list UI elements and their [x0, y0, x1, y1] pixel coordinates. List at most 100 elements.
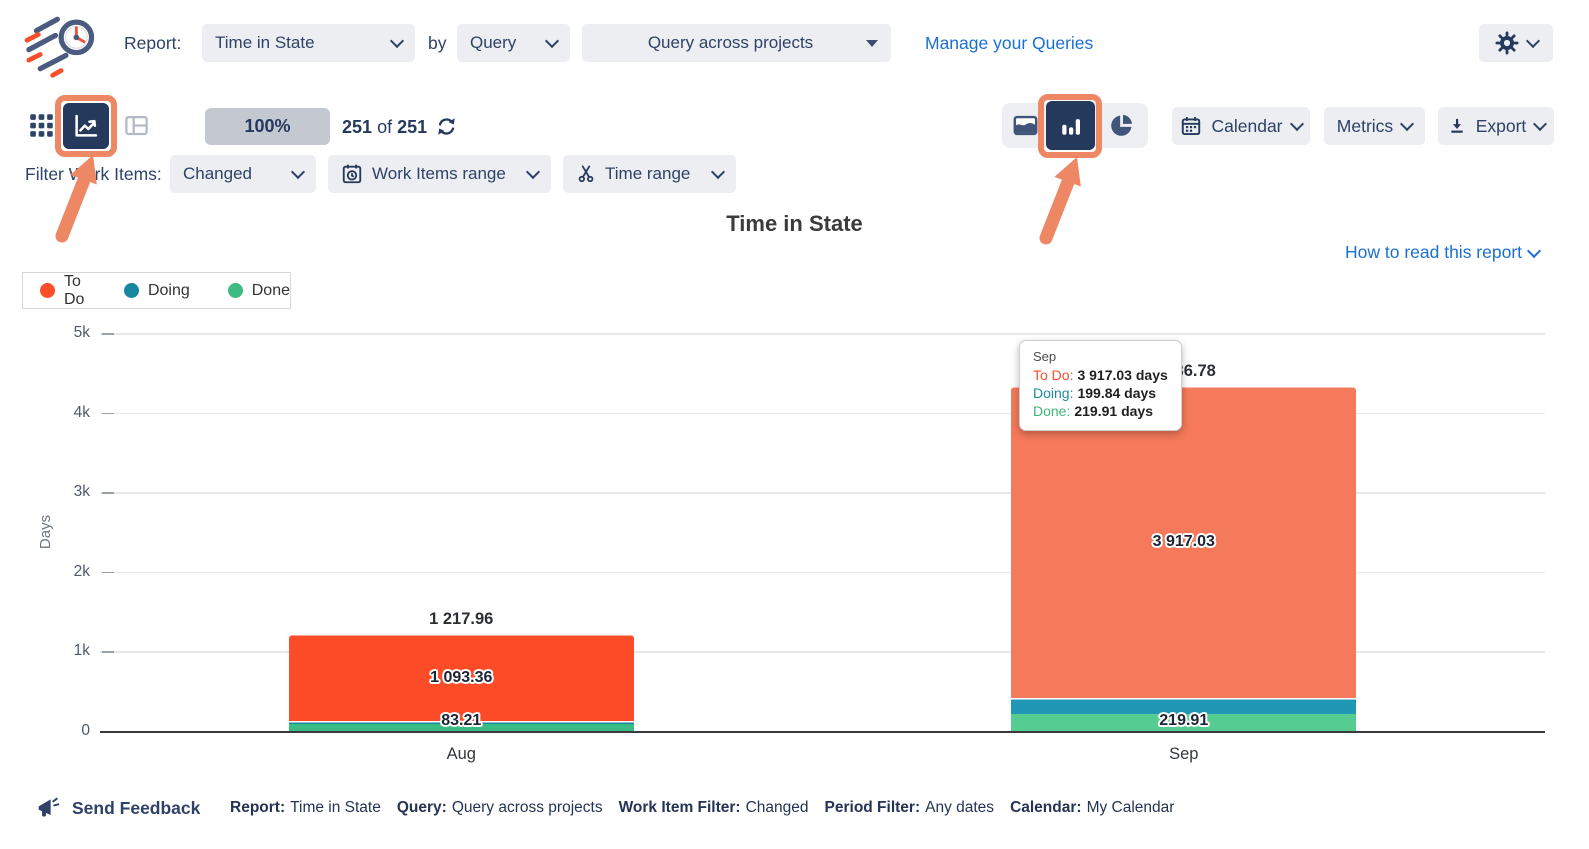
time-in-status-app: Report: Time in State by Query Query acr…	[0, 0, 1589, 849]
line-chart-view-icon	[71, 111, 101, 141]
how-to-read-label: How to read this report	[1345, 242, 1522, 263]
tooltip-series-value: 199.84 days	[1077, 385, 1156, 401]
count-of-label: of	[377, 117, 392, 137]
metrics-button[interactable]: Metrics	[1324, 107, 1425, 145]
axis-tick	[102, 492, 114, 494]
axis-tick	[102, 413, 114, 415]
speed-clock-logo	[20, 6, 108, 82]
export-button-label: Export	[1476, 116, 1527, 137]
summary-query: Query:Query across projects	[397, 799, 603, 817]
chart-title: Time in State	[0, 211, 1589, 237]
table-view-icon	[123, 112, 150, 139]
group-by-value: Query	[470, 33, 516, 53]
count-total: 251	[397, 117, 427, 137]
tooltip-row: Doing:199.84 days	[1033, 384, 1168, 402]
area-chart-button[interactable]	[1012, 112, 1039, 139]
grid-view-icon	[28, 112, 55, 139]
time-range-dropdown[interactable]: Time range	[563, 155, 736, 193]
calendar-button[interactable]: Calendar	[1172, 107, 1310, 145]
chevron-down-icon	[1527, 243, 1541, 257]
pie-chart-button[interactable]	[1108, 112, 1135, 139]
scissors-icon	[576, 164, 596, 184]
chevron-down-icon	[711, 165, 725, 179]
refresh-icon	[435, 115, 458, 138]
report-dropdown[interactable]: Time in State	[202, 24, 415, 62]
plot-area: 01k2k3k4k5kAug83.211 093.361 217.96Sep21…	[100, 333, 1545, 731]
export-button[interactable]: Export	[1438, 107, 1554, 145]
gear-icon	[1495, 31, 1519, 55]
chevron-down-icon	[1289, 117, 1303, 131]
chevron-down-icon	[545, 34, 559, 48]
chart-legend: To Do Doing Done	[22, 272, 291, 309]
x-category-label-aug: Aug	[421, 745, 501, 764]
work-items-range-dropdown[interactable]: Work Items range	[328, 155, 551, 193]
query-dropdown[interactable]: Query across projects	[582, 24, 891, 62]
group-by-dropdown[interactable]: Query	[457, 24, 570, 62]
chart-tooltip: Sep To Do:3 917.03 days Doing:199.84 day…	[1019, 340, 1182, 431]
calendar-button-label: Calendar	[1211, 116, 1282, 137]
refresh-button[interactable]	[435, 115, 458, 138]
chevron-down-icon	[291, 165, 305, 179]
x-category-label-sep: Sep	[1144, 745, 1224, 764]
work-items-count: 251 of 251	[342, 117, 427, 138]
axis-tick	[102, 651, 114, 653]
tooltip-series-value: 3 917.03 days	[1077, 367, 1167, 383]
tooltip-series-name: Doing:	[1033, 385, 1073, 401]
chart-view-button[interactable]	[63, 103, 109, 149]
bar-chart-button[interactable]	[1046, 101, 1095, 150]
y-tick-label: 5k	[52, 324, 90, 342]
legend-label-done: Done	[252, 282, 290, 300]
pie-chart-icon	[1108, 112, 1135, 139]
zoom-level-button[interactable]: 100%	[205, 108, 330, 145]
export-icon	[1447, 116, 1467, 136]
y-tick-label: 0	[52, 722, 90, 740]
count-current: 251	[342, 117, 372, 137]
data-label-to-do-aug: 1 093.36	[289, 668, 634, 688]
tooltip-series-value: 219.91 days	[1074, 403, 1153, 419]
y-tick-label: 3k	[52, 483, 90, 501]
report-summary: Report:Time in State Query:Query across …	[230, 799, 1174, 817]
legend-item-todo[interactable]: To Do	[40, 273, 86, 309]
chevron-down-icon	[1525, 34, 1539, 48]
triangle-down-icon	[866, 40, 878, 47]
legend-dot-done	[228, 283, 243, 298]
grid-view-button[interactable]	[28, 112, 55, 139]
summary-calendar: Calendar:My Calendar	[1010, 799, 1174, 817]
data-label-to-do-sep: 3 917.03	[1011, 532, 1356, 552]
bar-aug[interactable]: 83.211 093.361 217.96	[289, 333, 634, 731]
how-to-read-link[interactable]: How to read this report	[1345, 242, 1539, 263]
legend-label-todo: To Do	[64, 273, 86, 309]
summary-period-filter: Period Filter:Any dates	[825, 799, 995, 817]
tooltip-row: To Do:3 917.03 days	[1033, 366, 1168, 384]
send-feedback-button[interactable]: Send Feedback	[36, 795, 200, 821]
tooltip-title: Sep	[1033, 349, 1168, 364]
table-view-button[interactable]	[123, 112, 150, 139]
legend-label-doing: Doing	[148, 282, 190, 300]
area-chart-icon	[1012, 112, 1039, 139]
chevron-down-icon	[526, 165, 540, 179]
report-label: Report:	[124, 33, 181, 54]
settings-button[interactable]	[1479, 24, 1553, 62]
manage-queries-link[interactable]: Manage your Queries	[925, 33, 1093, 54]
data-label-done-sep: 219.91	[1011, 711, 1356, 731]
zoom-level-value: 100%	[244, 116, 290, 137]
calendar-icon	[1180, 115, 1202, 137]
gridline	[100, 731, 1545, 733]
time-range-label: Time range	[605, 164, 690, 184]
metrics-button-label: Metrics	[1337, 116, 1393, 137]
axis-tick	[102, 333, 114, 335]
work-item-filter-value: Changed	[183, 164, 252, 184]
chevron-down-icon	[1533, 117, 1547, 131]
legend-dot-doing	[124, 283, 139, 298]
tooltip-series-name: To Do:	[1033, 367, 1073, 383]
data-label-done-aug: 83.21	[289, 711, 634, 731]
summary-work-item-filter: Work Item Filter:Changed	[619, 799, 809, 817]
y-axis-label: Days	[37, 502, 57, 562]
tooltip-row: Done:219.91 days	[1033, 402, 1168, 420]
legend-item-done[interactable]: Done	[228, 282, 290, 300]
report-dropdown-value: Time in State	[215, 33, 315, 53]
work-item-filter-dropdown[interactable]: Changed	[170, 155, 316, 193]
y-tick-label: 1k	[52, 642, 90, 660]
work-items-range-label: Work Items range	[372, 164, 506, 184]
legend-item-doing[interactable]: Doing	[124, 282, 190, 300]
